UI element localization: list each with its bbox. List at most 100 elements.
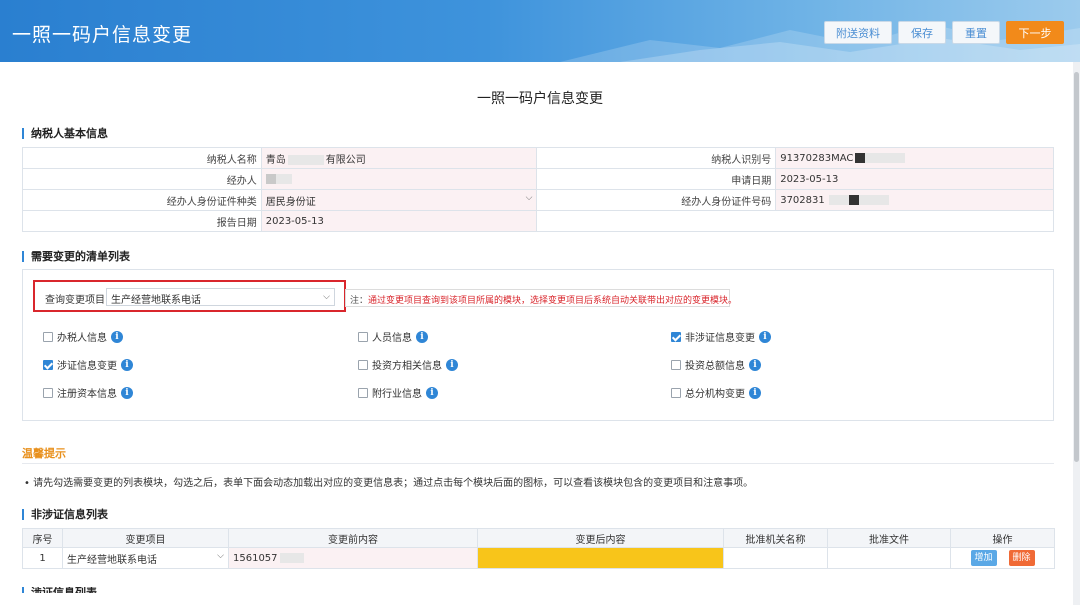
license-section-title: 涉证信息列表 bbox=[22, 587, 97, 593]
redacted-mask bbox=[848, 194, 859, 205]
divider bbox=[22, 463, 1054, 464]
redacted-mask bbox=[265, 173, 276, 184]
basic-info-section-title: 纳税人基本信息 bbox=[22, 128, 108, 139]
next-step-button[interactable]: 下一步 bbox=[1006, 21, 1064, 44]
column-header: 变更前内容 bbox=[228, 528, 478, 548]
checkbox-label: 办税人信息 bbox=[57, 333, 107, 344]
checkbox-affiliated-industry-info[interactable]: 附行业信息 i bbox=[358, 385, 438, 400]
change-list-section-title: 需要变更的清单列表 bbox=[22, 251, 130, 262]
info-icon[interactable]: i bbox=[111, 330, 123, 343]
delete-row-button[interactable]: 删除 bbox=[1008, 550, 1035, 566]
taxpayer-id-label: 纳税人识别号 bbox=[536, 147, 777, 169]
info-icon[interactable]: i bbox=[446, 358, 458, 371]
change-item-select[interactable]: 生产经营地联系电话 ⌵ bbox=[62, 547, 229, 569]
empty-cell bbox=[536, 210, 1054, 232]
agent-label: 经办人 bbox=[22, 168, 262, 190]
redacted-mask bbox=[858, 194, 889, 205]
tips-text: • 请先勾选需要变更的列表模块，勾选之后，表单下面会动态加载出对应的变更信息表；… bbox=[24, 478, 754, 489]
change-list-box: 查询变更项目： 生产经营地联系电话 ⌵ 注：通过变更项目查询到该项目所属的模块，选… bbox=[22, 269, 1054, 421]
checkbox-label: 非涉证信息变更 bbox=[685, 333, 755, 344]
id-number-label: 经办人身份证件号码 bbox=[536, 189, 777, 211]
scrollbar-thumb[interactable] bbox=[1074, 72, 1079, 462]
id-type-select[interactable]: 居民身份证 ⌵ bbox=[260, 189, 538, 211]
taxpayer-name-value: 青岛 有限公司 bbox=[260, 147, 538, 169]
after-content-input[interactable] bbox=[477, 547, 724, 569]
table-row: 1 生产经营地联系电话 ⌵ 1561057 增加 删除 bbox=[22, 547, 1055, 569]
chevron-down-icon: ⌵ bbox=[323, 292, 330, 302]
app-header: 一照一码户信息变更 附送资料 保存 重置 下一步 bbox=[0, 0, 1080, 62]
checkbox-label: 附行业信息 bbox=[372, 389, 422, 400]
checkbox-taxpayer-agent-info[interactable]: 办税人信息 i bbox=[43, 329, 123, 344]
checkbox-label: 涉证信息变更 bbox=[57, 361, 117, 372]
column-header: 变更后内容 bbox=[477, 528, 724, 548]
column-header: 批准机关名称 bbox=[723, 528, 828, 548]
info-icon[interactable]: i bbox=[749, 358, 761, 371]
page-title: 一照一码户信息变更 bbox=[477, 91, 603, 107]
non-license-table: 序号 变更项目 变更前内容 变更后内容 批准机关名称 批准文件 操作 1 生产经营地联系电话… bbox=[22, 528, 1055, 569]
main-panel: 一照一码户信息变更 纳税人基本信息 纳税人名称 青岛 有限公司 纳税人识别号 91… bbox=[0, 62, 1073, 605]
column-header: 批准文件 bbox=[827, 528, 951, 548]
checkbox-registered-capital-info[interactable]: 注册资本信息 i bbox=[43, 385, 133, 400]
report-date-value: 2023-05-13 bbox=[260, 210, 538, 232]
checkbox-label: 注册资本信息 bbox=[57, 389, 117, 400]
query-highlight-box: 查询变更项目： 生产经营地联系电话 ⌵ bbox=[33, 280, 346, 312]
chevron-down-icon: ⌵ bbox=[525, 192, 533, 203]
apply-date-value: 2023-05-13 bbox=[775, 168, 1054, 190]
id-number-value: 3702831 bbox=[775, 189, 1054, 211]
save-button[interactable]: 保存 bbox=[898, 21, 946, 44]
report-date-label: 报告日期 bbox=[22, 210, 262, 232]
info-icon[interactable]: i bbox=[749, 386, 761, 399]
non-license-section-title: 非涉证信息列表 bbox=[22, 509, 108, 520]
checkbox-box[interactable] bbox=[43, 359, 53, 370]
column-header: 序号 bbox=[22, 528, 63, 548]
redacted-mask bbox=[855, 152, 866, 163]
redacted-mask bbox=[828, 194, 849, 205]
tips-title: 温馨提示 bbox=[22, 447, 66, 460]
add-row-button[interactable]: 增加 bbox=[970, 550, 997, 566]
info-icon[interactable]: i bbox=[426, 386, 438, 399]
column-header: 变更项目 bbox=[62, 528, 229, 548]
vertical-scrollbar[interactable] bbox=[1073, 62, 1080, 605]
info-icon[interactable]: i bbox=[121, 358, 133, 371]
row-actions: 增加 删除 bbox=[950, 547, 1055, 569]
checkbox-investor-info[interactable]: 投资方相关信息 i bbox=[358, 357, 458, 372]
apply-date-label: 申请日期 bbox=[536, 168, 777, 190]
checkbox-label: 总分机构变更 bbox=[685, 389, 745, 400]
redacted-mask bbox=[275, 173, 292, 184]
checkbox-non-license-change[interactable]: 非涉证信息变更 i bbox=[671, 329, 771, 344]
checkbox-box[interactable] bbox=[43, 387, 53, 398]
before-content-cell: 1561057 bbox=[228, 547, 478, 569]
checkbox-box[interactable] bbox=[43, 331, 53, 342]
reset-button[interactable]: 重置 bbox=[952, 21, 1000, 44]
checkbox-personnel-info[interactable]: 人员信息 i bbox=[358, 329, 428, 344]
checkbox-label: 投资总额信息 bbox=[685, 361, 745, 372]
query-note: 注：通过变更项目查询到该项目所属的模块，选择变更项目后系统自动关联带出对应的变更… bbox=[345, 289, 737, 307]
taxpayer-name-label: 纳税人名称 bbox=[22, 147, 262, 169]
checkbox-box[interactable] bbox=[358, 387, 368, 398]
info-icon[interactable]: i bbox=[759, 330, 771, 343]
approving-authority-input[interactable] bbox=[723, 547, 828, 569]
row-index: 1 bbox=[22, 547, 63, 569]
approval-document-input[interactable] bbox=[827, 547, 951, 569]
checkbox-branch-org-change[interactable]: 总分机构变更 i bbox=[671, 385, 761, 400]
checkbox-total-investment-info[interactable]: 投资总额信息 i bbox=[671, 357, 761, 372]
info-icon[interactable]: i bbox=[416, 330, 428, 343]
column-header: 操作 bbox=[950, 528, 1055, 548]
query-change-item-select[interactable]: 生产经营地联系电话 ⌵ bbox=[106, 288, 335, 306]
checkbox-box[interactable] bbox=[358, 331, 368, 342]
checkbox-label: 投资方相关信息 bbox=[372, 361, 442, 372]
redacted-mask bbox=[279, 552, 304, 563]
checkbox-box[interactable] bbox=[358, 359, 368, 370]
info-icon[interactable]: i bbox=[121, 386, 133, 399]
checkbox-license-change[interactable]: 涉证信息变更 i bbox=[43, 357, 133, 372]
checkbox-box[interactable] bbox=[671, 387, 681, 398]
checkbox-box[interactable] bbox=[671, 331, 681, 342]
table-header-row: 序号 变更项目 变更前内容 变更后内容 批准机关名称 批准文件 操作 bbox=[22, 528, 1055, 548]
id-type-label: 经办人身份证件种类 bbox=[22, 189, 262, 211]
taxpayer-id-value: 91370283MAC bbox=[775, 147, 1054, 169]
app-title: 一照一码户信息变更 bbox=[12, 24, 193, 46]
checkbox-label: 人员信息 bbox=[372, 333, 412, 344]
attach-documents-button[interactable]: 附送资料 bbox=[824, 21, 892, 44]
agent-value bbox=[260, 168, 538, 190]
checkbox-box[interactable] bbox=[671, 359, 681, 370]
